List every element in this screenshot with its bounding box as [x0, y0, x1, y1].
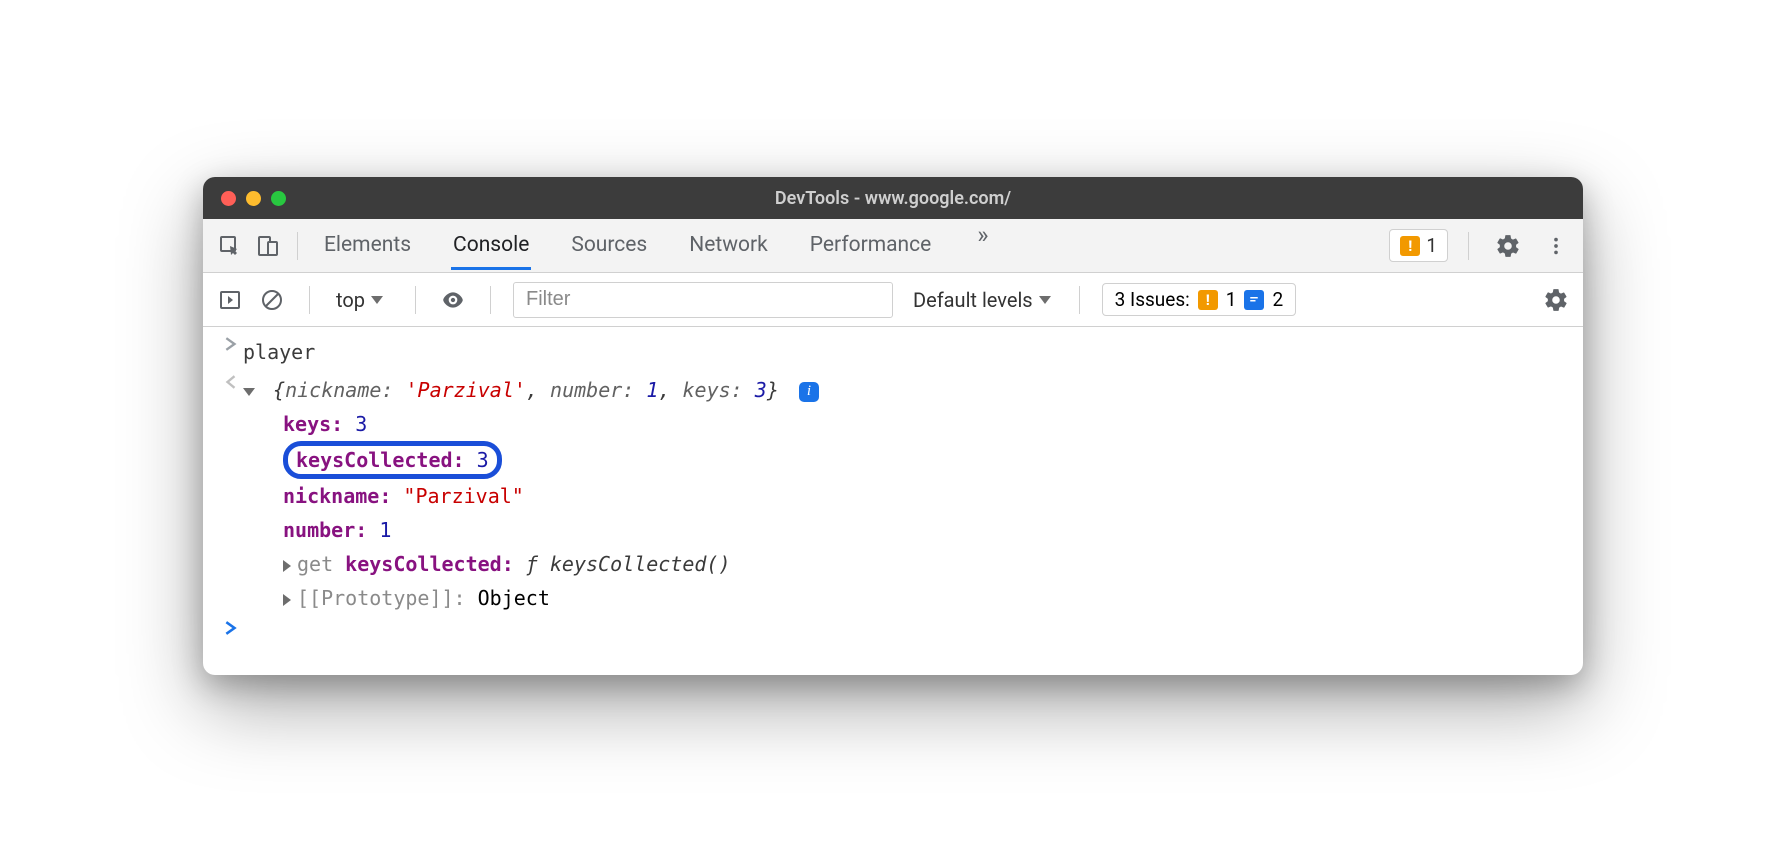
property-keys[interactable]: keys: 3 — [283, 407, 1567, 441]
context-selector[interactable]: top — [332, 288, 393, 312]
context-label: top — [336, 288, 365, 312]
divider — [1468, 232, 1469, 260]
clear-console-icon[interactable] — [257, 285, 287, 315]
property-number[interactable]: number: 1 — [283, 513, 1567, 547]
expand-toggle-icon[interactable] — [243, 388, 255, 396]
console-settings-icon[interactable] — [1541, 285, 1571, 315]
tabs-bar: Elements Console Sources Network Perform… — [203, 219, 1583, 273]
output-return-icon — [219, 373, 243, 615]
console-prompt-row[interactable] — [203, 617, 1583, 655]
object-properties: keys: 3 keysCollected: 3 nickname: "Parz… — [283, 407, 1567, 615]
prompt-icon — [219, 619, 243, 653]
property-prototype[interactable]: [[Prototype]]: Object — [283, 581, 1567, 615]
live-expression-icon[interactable] — [438, 285, 468, 315]
log-levels-selector[interactable]: Default levels — [913, 288, 1057, 312]
console-toolbar: top Default levels 3 Issues: ! 1 2 — [203, 273, 1583, 327]
panel-tabs: Elements Console Sources Network Perform… — [322, 221, 995, 270]
info-icon — [1244, 290, 1264, 310]
traffic-lights — [203, 191, 286, 206]
issues-label: 3 Issues: — [1115, 288, 1190, 311]
property-keysCollected[interactable]: keysCollected: 3 — [283, 441, 1567, 479]
tab-performance[interactable]: Performance — [808, 221, 933, 270]
maximize-window-button[interactable] — [271, 191, 286, 206]
toggle-sidebar-icon[interactable] — [215, 285, 245, 315]
input-prompt-icon — [219, 335, 243, 369]
close-window-button[interactable] — [221, 191, 236, 206]
divider — [309, 286, 310, 314]
tab-network[interactable]: Network — [687, 221, 770, 270]
minimize-window-button[interactable] — [246, 191, 261, 206]
tabs-issues-badge[interactable]: ! 1 — [1389, 229, 1448, 262]
expand-toggle-icon[interactable] — [283, 594, 291, 606]
divider — [490, 286, 491, 314]
warning-icon: ! — [1198, 290, 1218, 310]
devtools-window: DevTools - www.google.com/ Elements Cons… — [203, 177, 1583, 675]
divider — [1079, 286, 1080, 314]
divider — [415, 286, 416, 314]
issues-warn-count: 1 — [1226, 288, 1237, 311]
chevron-down-icon — [371, 296, 383, 304]
info-tooltip-icon[interactable]: i — [799, 382, 819, 402]
filter-input[interactable] — [513, 282, 893, 318]
property-getter-keysCollected[interactable]: get keysCollected: ƒ keysCollected() — [283, 547, 1567, 581]
tab-console[interactable]: Console — [451, 221, 531, 270]
more-tabs-icon[interactable]: » — [971, 221, 994, 270]
expand-toggle-icon[interactable] — [283, 560, 291, 572]
warning-icon: ! — [1400, 236, 1420, 256]
kebab-menu-icon[interactable] — [1537, 227, 1575, 265]
console-output: player {nickname: 'Parzival', number: 1,… — [203, 327, 1583, 675]
console-result-row[interactable]: {nickname: 'Parzival', number: 1, keys: … — [203, 371, 1583, 617]
property-nickname[interactable]: nickname: "Parzival" — [283, 479, 1567, 513]
console-input-echo: player — [203, 333, 1583, 371]
window-title: DevTools - www.google.com/ — [203, 188, 1583, 209]
titlebar: DevTools - www.google.com/ — [203, 177, 1583, 219]
object-preview: {nickname: 'Parzival', number: 1, keys: … — [273, 378, 791, 402]
tab-elements[interactable]: Elements — [322, 221, 413, 270]
issues-summary[interactable]: 3 Issues: ! 1 2 — [1102, 283, 1297, 316]
inspect-element-icon[interactable] — [211, 227, 249, 265]
console-input[interactable] — [243, 619, 1567, 653]
device-toolbar-icon[interactable] — [249, 227, 287, 265]
issues-info-count: 2 — [1272, 288, 1283, 311]
divider — [297, 232, 298, 260]
log-levels-label: Default levels — [913, 288, 1033, 312]
settings-icon[interactable] — [1489, 227, 1527, 265]
tabs-issues-count: 1 — [1426, 234, 1437, 257]
chevron-down-icon — [1039, 296, 1051, 304]
console-command: player — [243, 335, 1567, 369]
tab-sources[interactable]: Sources — [569, 221, 649, 270]
